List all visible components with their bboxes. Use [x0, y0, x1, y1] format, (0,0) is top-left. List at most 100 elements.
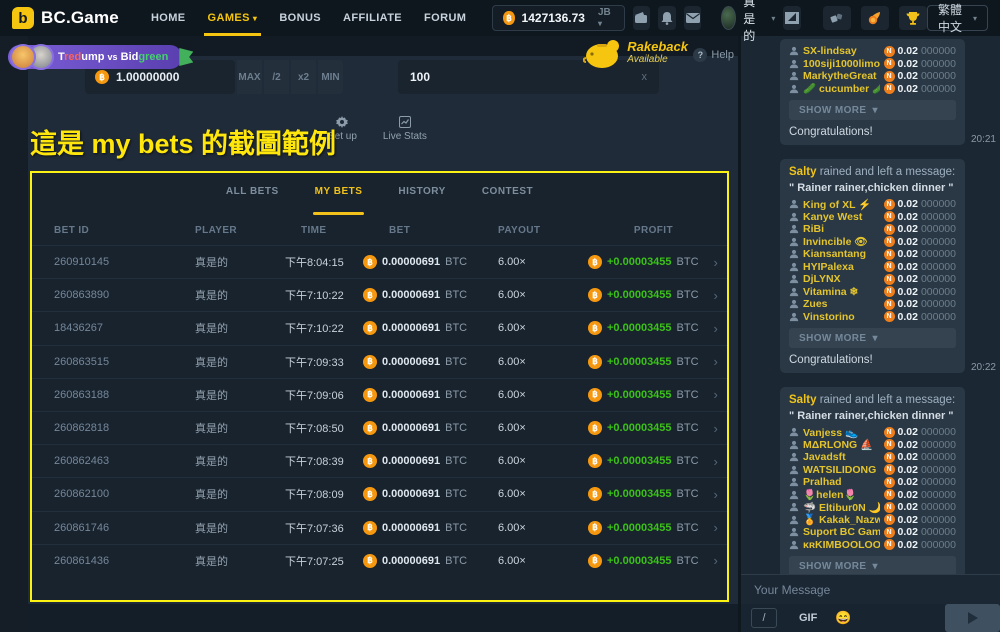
nav-item-home[interactable]: HOME: [151, 0, 186, 36]
winner-name[interactable]: DjLYNX: [803, 273, 880, 285]
winner-name[interactable]: Vitamina ❄: [803, 286, 880, 298]
rain-winner-row[interactable]: 🌷helen🌷N0.02000000: [789, 489, 956, 502]
crash-bonus-button[interactable]: [861, 6, 889, 30]
bet-row[interactable]: 260862463真是的下午7:08:39฿0.00000691BTC6.00×…: [32, 444, 727, 477]
quests-button[interactable]: [823, 6, 851, 30]
bet-row[interactable]: 260863890真是的下午7:10:22฿0.00000691BTC6.00×…: [32, 278, 727, 311]
rakeback-widget[interactable]: Rakeback Available: [583, 36, 688, 70]
tab-my-bets[interactable]: MY BETS: [315, 186, 363, 215]
chat-toggle-button[interactable]: [783, 6, 801, 30]
slash-commands-button[interactable]: /: [751, 608, 777, 628]
rain-card: SX-lindsayN0.02000000100siji1000limoN0.0…: [780, 39, 965, 145]
rain-winner-row[interactable]: WATSILIDONGN0.02000000: [789, 464, 956, 477]
notifications-button[interactable]: [658, 6, 676, 30]
bet-row[interactable]: 260910145真是的下午8:04:15฿0.00000691BTC6.00×…: [32, 245, 727, 278]
winner-name[interactable]: 🏅 Kakak_Nazwa...: [803, 513, 880, 526]
rain-winner-row[interactable]: MarkytheGreatN0.02000000: [789, 70, 956, 83]
messages-button[interactable]: [684, 6, 702, 30]
person-icon: [789, 477, 799, 487]
winner-name[interactable]: Invincible 👁: [803, 235, 880, 248]
winner-name[interactable]: MΔRLONG ⛵: [803, 438, 880, 451]
rain-winner-row[interactable]: Kanye WestN0.02000000: [789, 211, 956, 224]
chat-messages[interactable]: SX-lindsayN0.02000000100siji1000limoN0.0…: [741, 36, 1000, 574]
bet-row[interactable]: 260863515真是的下午7:09:33฿0.00000691BTC6.00×…: [32, 345, 727, 378]
bet-row[interactable]: 18436267真是的下午7:10:22฿0.00000691BTC6.00×฿…: [32, 311, 727, 344]
rain-winner-row[interactable]: 🏅 Kakak_Nazwa...N0.02000000: [789, 514, 956, 527]
user-menu[interactable]: 真是的 ▾: [721, 0, 775, 44]
winner-name[interactable]: SX-lindsay: [803, 45, 880, 57]
winner-name[interactable]: Suport BC Game: [803, 526, 880, 538]
bet-row[interactable]: 260862100真是的下午7:08:09฿0.00000691BTC6.00×…: [32, 477, 727, 510]
tab-all-bets[interactable]: ALL BETS: [226, 186, 279, 215]
winner-name[interactable]: Kiansantang: [803, 248, 880, 260]
help-button[interactable]: ? Help: [693, 48, 734, 62]
contest-button[interactable]: [899, 6, 927, 30]
winner-name[interactable]: King of XL ⚡: [803, 198, 880, 211]
rain-winner-row[interactable]: JavadsftN0.02000000: [789, 451, 956, 464]
rain-winner-row[interactable]: SX-lindsayN0.02000000: [789, 45, 956, 58]
winner-name[interactable]: Zues: [803, 298, 880, 310]
winner-name[interactable]: Pralhad: [803, 476, 880, 488]
winner-name[interactable]: ᴋʀKIMBOOLOOK: [803, 539, 880, 551]
live-stats-button[interactable]: Live Stats: [383, 116, 427, 142]
rain-winner-row[interactable]: VinstorinoN0.02000000: [789, 311, 956, 324]
bet-row[interactable]: 260863188真是的下午7:09:06฿0.00000691BTC6.00×…: [32, 378, 727, 411]
winner-name[interactable]: 🦈 Eltibur0N 🌙: [803, 501, 880, 514]
show-more-button[interactable]: SHOW MORE▾: [789, 100, 956, 120]
rain-winner-row[interactable]: ᴋʀKIMBOOLOOKN0.02000000: [789, 539, 956, 552]
bet-min-button[interactable]: MIN: [318, 60, 343, 94]
winner-name[interactable]: Vanjess 👟: [803, 426, 880, 439]
tab-history[interactable]: HISTORY: [398, 186, 445, 215]
message-input[interactable]: [741, 575, 1000, 604]
rain-winner-row[interactable]: HYIPalexaN0.02000000: [789, 261, 956, 274]
balance-box[interactable]: ฿ 1427136.73 JB ▾: [492, 5, 624, 31]
rain-winner-row[interactable]: ZuesN0.02000000: [789, 298, 956, 311]
person-icon: [789, 84, 799, 94]
emoji-icon[interactable]: 😄: [835, 610, 851, 626]
wallet-button[interactable]: [633, 6, 651, 30]
gif-button[interactable]: GIF: [799, 612, 817, 624]
show-more-button[interactable]: SHOW MORE▾: [789, 556, 956, 574]
rain-winner-row[interactable]: 100siji1000limoN0.02000000: [789, 58, 956, 71]
bet-row[interactable]: 260861436真是的下午7:07:25฿0.00000691BTC6.00×…: [32, 544, 727, 577]
tab-contest[interactable]: CONTEST: [482, 186, 533, 215]
rain-winner-row[interactable]: King of XL ⚡N0.02000000: [789, 198, 956, 211]
bet-half2-button[interactable]: /2: [264, 60, 289, 94]
currency-dropdown[interactable]: JB ▾: [598, 7, 614, 29]
rain-winner-row[interactable]: RiBiN0.02000000: [789, 223, 956, 236]
bet-x2-button[interactable]: x2: [291, 60, 316, 94]
nav-item-games[interactable]: GAMES▾: [208, 0, 258, 36]
winner-name[interactable]: 100siji1000limo: [803, 58, 880, 70]
winner-name[interactable]: RiBi: [803, 223, 880, 235]
rain-winner-row[interactable]: Invincible 👁N0.02000000: [789, 236, 956, 249]
rain-winner-row[interactable]: PralhadN0.02000000: [789, 476, 956, 489]
nav-item-forum[interactable]: FORUM: [424, 0, 466, 36]
bcgame-logo[interactable]: b BC.Game: [0, 7, 133, 29]
rain-winner-row[interactable]: MΔRLONG ⛵N0.02000000: [789, 439, 956, 452]
winner-name[interactable]: WATSILIDONG: [803, 464, 880, 476]
bet-row[interactable]: 260862818真是的下午7:08:50฿0.00000691BTC6.00×…: [32, 411, 727, 444]
rain-winner-row[interactable]: 🥒 cucumber 🥒N0.02000000: [789, 83, 956, 96]
bet-row[interactable]: 260861746真是的下午7:07:36฿0.00000691BTC6.00×…: [32, 511, 727, 544]
nav-item-affiliate[interactable]: AFFILIATE: [343, 0, 402, 36]
bet-max-button[interactable]: MAX: [237, 60, 262, 94]
nav-item-bonus[interactable]: BONUS: [279, 0, 321, 36]
language-select[interactable]: 繁體中文 ▾: [927, 5, 988, 31]
rain-winner-row[interactable]: KiansantangN0.02000000: [789, 248, 956, 261]
rain-winner-row[interactable]: DjLYNXN0.02000000: [789, 273, 956, 286]
rain-winner-row[interactable]: Suport BC GameN0.02000000: [789, 526, 956, 539]
winner-name[interactable]: Vinstorino: [803, 311, 880, 323]
chat-footer: / GIF 😄: [741, 574, 1000, 632]
winner-name[interactable]: 🥒 cucumber 🥒: [803, 82, 880, 95]
send-button[interactable]: [945, 604, 1000, 632]
winner-name[interactable]: Javadsft: [803, 451, 880, 463]
event-banner[interactable]: Tredump vs Bidgreen: [8, 40, 193, 74]
winner-name[interactable]: HYIPalexa: [803, 261, 880, 273]
winner-name[interactable]: MarkytheGreat: [803, 70, 880, 82]
winner-name[interactable]: 🌷helen🌷: [803, 488, 880, 501]
rain-winner-row[interactable]: Vitamina ❄N0.02000000: [789, 286, 956, 299]
show-more-button[interactable]: SHOW MORE▾: [789, 328, 956, 348]
rain-winner-row[interactable]: Vanjess 👟N0.02000000: [789, 426, 956, 439]
winner-name[interactable]: Kanye West: [803, 211, 880, 223]
rain-winner-row[interactable]: 🦈 Eltibur0N 🌙N0.02000000: [789, 501, 956, 514]
